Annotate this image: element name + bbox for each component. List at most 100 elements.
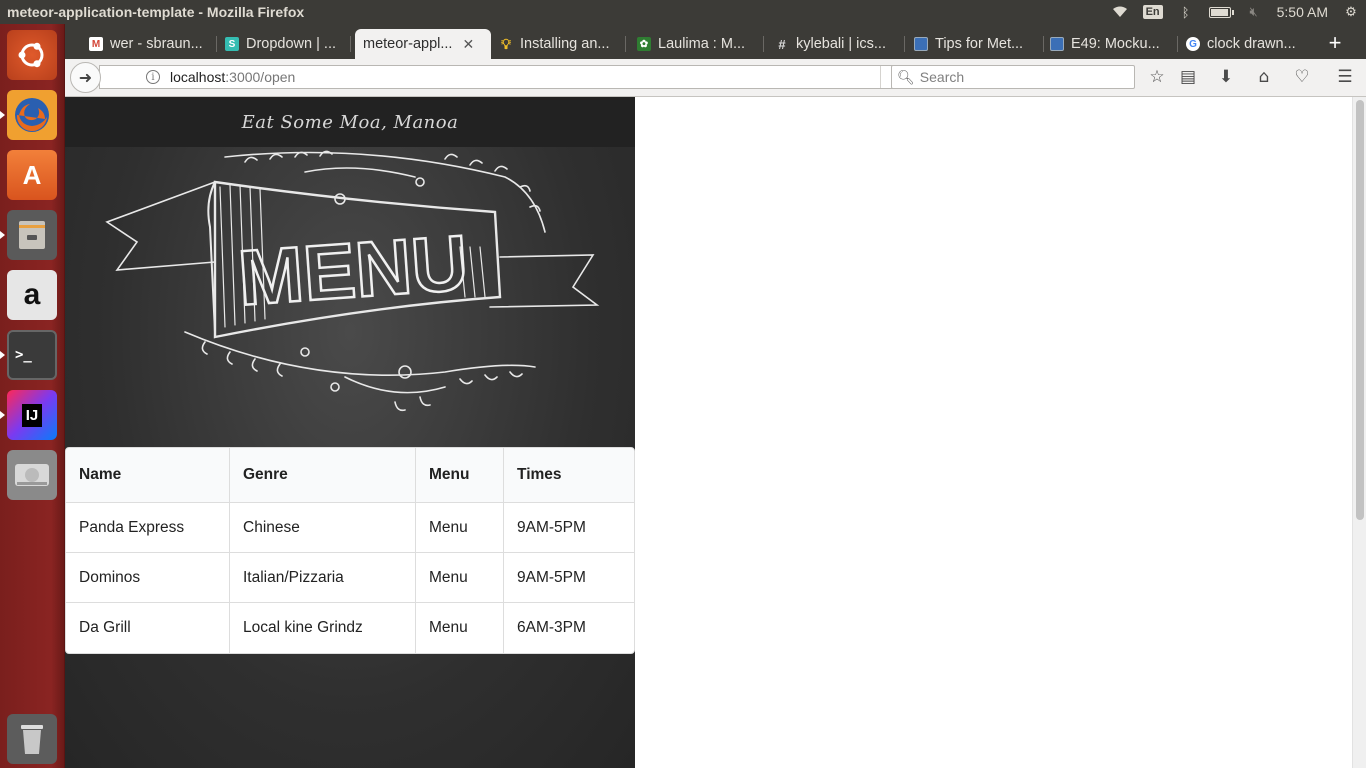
- app-header: Eat Some Moa, Manoa: [65, 97, 635, 147]
- table-row: Da Grill Local kine Grindz Menu 6AM-3PM: [66, 603, 634, 653]
- keyboard-layout-indicator[interactable]: En: [1142, 5, 1163, 19]
- restaurant-name: Panda Express: [66, 503, 230, 553]
- restaurant-menu-link[interactable]: Menu: [416, 553, 504, 603]
- restaurant-genre: Local kine Grindz: [230, 603, 416, 653]
- url-bar[interactable]: i localhost:3000/open ↻: [99, 65, 913, 89]
- bookmark-star-icon[interactable]: ☆: [1145, 66, 1169, 88]
- files-launcher-button[interactable]: [7, 210, 57, 260]
- restaurant-name: Dominos: [66, 553, 230, 603]
- search-placeholder: Search: [919, 69, 965, 85]
- tab-label: Tips for Met...: [935, 36, 1024, 52]
- terminal-launcher-button[interactable]: >_: [7, 330, 57, 380]
- gmail-icon: M: [89, 37, 103, 51]
- tab-label: clock drawn...: [1207, 36, 1296, 52]
- column-header-times: Times: [504, 448, 634, 503]
- terminal-icon: >_: [15, 347, 32, 363]
- tab-mockup[interactable]: E49: Mocku...: [1044, 29, 1178, 59]
- close-tab-icon[interactable]: ✕: [462, 36, 474, 53]
- amazon-launcher-button[interactable]: a: [7, 270, 57, 320]
- tab-laulima[interactable]: ✿ Laulima : M...: [631, 29, 764, 59]
- scrollbar-thumb[interactable]: [1356, 100, 1364, 520]
- tab-label: kylebali | ics...: [796, 36, 886, 52]
- bulb-icon: 💡︎: [501, 35, 511, 52]
- restaurant-times: 9AM-5PM: [504, 503, 634, 553]
- back-button[interactable]: ➜: [70, 62, 101, 93]
- brand-title[interactable]: Eat Some Moa, Manoa: [242, 112, 459, 133]
- tab-label: wer - sbraun...: [110, 36, 203, 52]
- clock[interactable]: 5:50 AM: [1277, 4, 1328, 20]
- file-cabinet-icon: [19, 221, 45, 249]
- trash-icon: [21, 725, 43, 754]
- launcher: A a >_ IJ: [0, 24, 65, 768]
- tab-label: E49: Mocku...: [1071, 36, 1160, 52]
- tab-meteor-active[interactable]: meteor-appl... ✕: [355, 29, 491, 59]
- menu-banner-text: MENU: [236, 218, 471, 322]
- meteor-app: Eat Some Moa, Manoa MENU Name Genre Menu…: [65, 97, 635, 768]
- window-title: meteor-application-template - Mozilla Fi…: [7, 4, 305, 20]
- page-viewport: Eat Some Moa, Manoa MENU Name Genre Menu…: [65, 97, 1352, 768]
- page-icon: [1050, 37, 1064, 51]
- restaurant-genre: Italian/Pizzaria: [230, 553, 416, 603]
- leaf-icon: ✿: [637, 37, 651, 51]
- wifi-icon[interactable]: [1111, 5, 1129, 19]
- software-center-label: A: [22, 159, 42, 190]
- running-indicator-icon: [0, 231, 5, 239]
- intellij-launcher-button[interactable]: IJ: [7, 390, 57, 440]
- battery-icon[interactable]: [1208, 6, 1234, 18]
- page-scrollbar[interactable]: [1352, 97, 1366, 768]
- slack-icon: #: [778, 36, 786, 52]
- chalkboard-menu-banner: MENU: [105, 150, 600, 412]
- url-path: :3000/open: [225, 69, 296, 85]
- tab-label: meteor-appl...: [363, 36, 453, 52]
- running-indicator-icon: [0, 411, 5, 419]
- table-row: Panda Express Chinese Menu 9AM-5PM: [66, 503, 634, 553]
- restaurant-genre: Chinese: [230, 503, 416, 553]
- volume-muted-icon[interactable]: 🔇︎: [1245, 4, 1263, 19]
- reading-list-icon[interactable]: ▤: [1176, 66, 1200, 88]
- download-icon[interactable]: ⬇: [1214, 66, 1238, 88]
- restaurant-times: 9AM-5PM: [504, 553, 634, 603]
- amazon-icon: a: [23, 278, 41, 311]
- home-icon[interactable]: ⌂: [1252, 66, 1276, 88]
- bluetooth-icon[interactable]: ᛒ: [1177, 5, 1195, 20]
- trash-launcher-button[interactable]: [7, 714, 57, 764]
- restaurant-menu-link[interactable]: Menu: [416, 603, 504, 653]
- battery-level: [1210, 8, 1228, 16]
- column-header-name: Name: [66, 448, 230, 503]
- tab-label: Installing an...: [520, 36, 610, 52]
- firefox-icon: [15, 98, 49, 132]
- tab-dropdown[interactable]: S Dropdown | ...: [219, 29, 351, 59]
- restaurant-menu-link[interactable]: Menu: [416, 503, 504, 553]
- pocket-icon[interactable]: ♡: [1290, 66, 1314, 88]
- intellij-icon: IJ: [21, 403, 43, 427]
- site-info-icon[interactable]: i: [146, 70, 160, 84]
- back-arrow-icon: ➜: [78, 68, 93, 87]
- tab-google[interactable]: G clock drawn...: [1180, 29, 1316, 59]
- restaurant-name: Da Grill: [66, 603, 230, 653]
- tab-slack[interactable]: # kylebali | ics...: [769, 29, 905, 59]
- system-top-bar: meteor-application-template - Mozilla Fi…: [0, 0, 1366, 24]
- system-tray: En ᛒ 🔇︎ 5:50 AM ⚙: [1111, 4, 1366, 20]
- restaurants-table: Name Genre Menu Times Panda Express Chin…: [65, 447, 635, 654]
- ubuntu-dash-button[interactable]: [7, 30, 57, 80]
- tab-installing[interactable]: 💡︎ Installing an...: [493, 29, 626, 59]
- page-icon: [914, 37, 928, 51]
- navigation-toolbar: i localhost:3000/open ↻ ➜ 🔍︎ Search ☆ ▤ …: [65, 59, 1366, 97]
- hamburger-menu-icon[interactable]: ☰: [1333, 66, 1357, 88]
- new-tab-button[interactable]: +: [1322, 30, 1348, 55]
- tab-tips[interactable]: Tips for Met...: [908, 29, 1044, 59]
- software-center-button[interactable]: A: [7, 150, 57, 200]
- settings-gear-icon[interactable]: ⚙: [1342, 4, 1360, 19]
- google-icon: G: [1186, 37, 1200, 51]
- tab-label: Dropdown | ...: [246, 36, 337, 52]
- column-header-genre: Genre: [230, 448, 416, 503]
- disk-launcher-button[interactable]: [7, 450, 57, 500]
- firefox-launcher-button[interactable]: [7, 90, 57, 140]
- tab-gmail[interactable]: M wer - sbraun...: [83, 29, 217, 59]
- ubuntu-logo-icon: [18, 42, 44, 68]
- running-indicator-icon: [0, 111, 5, 119]
- search-input[interactable]: 🔍︎ Search: [891, 65, 1135, 89]
- tab-label: Laulima : M...: [658, 36, 746, 52]
- table-row: Dominos Italian/Pizzaria Menu 9AM-5PM: [66, 553, 634, 603]
- semantic-icon: S: [225, 37, 239, 51]
